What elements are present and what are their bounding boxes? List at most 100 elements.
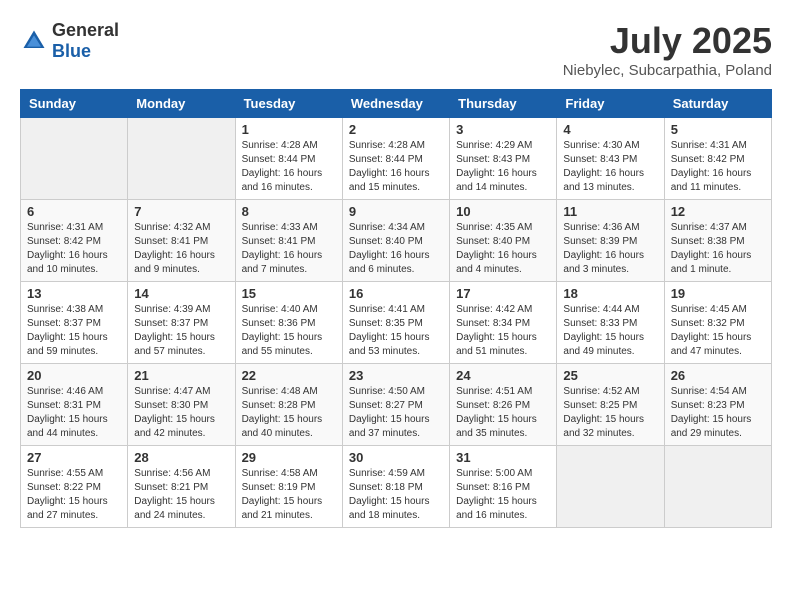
day-number: 13 xyxy=(27,286,121,301)
day-info: Sunrise: 4:54 AM Sunset: 8:23 PM Dayligh… xyxy=(671,385,765,441)
day-info: Sunrise: 4:48 AM Sunset: 8:28 PM Dayligh… xyxy=(242,385,336,441)
day-info: Sunrise: 4:50 AM Sunset: 8:27 PM Dayligh… xyxy=(349,385,443,441)
calendar-cell: 1Sunrise: 4:28 AM Sunset: 8:44 PM Daylig… xyxy=(235,118,342,200)
page-header: General Blue July 2025 Niebylec, Subcarp… xyxy=(20,20,772,79)
day-number: 30 xyxy=(349,450,443,465)
calendar-cell: 24Sunrise: 4:51 AM Sunset: 8:26 PM Dayli… xyxy=(450,364,557,446)
calendar-header-row: SundayMondayTuesdayWednesdayThursdayFrid… xyxy=(21,90,772,118)
calendar-cell: 13 Sunrise: 4:38 AM Sunset: 8:37 PM Dayli… xyxy=(21,282,128,364)
calendar-week-row: 1 Sunrise: 4:28 AM Sunset: 8:44 PM Daylig… xyxy=(21,118,772,200)
day-info: Sunrise: 4:40 AM Sunset: 8:36 PM Dayligh… xyxy=(242,303,336,359)
calendar-week-row: 27Sunrise: 4:55 AM Sunset: 8:22 PM Dayli… xyxy=(21,446,772,528)
day-number: 16 xyxy=(349,286,443,301)
day-info: Sunrise: 4:47 AM Sunset: 8:30 PM Dayligh… xyxy=(134,385,228,441)
day-number: 9 xyxy=(349,204,443,219)
day-info: Sunrise: 4:32 AM Sunset: 8:41 PM Dayligh… xyxy=(134,221,228,277)
logo-icon xyxy=(20,27,48,55)
day-info: Sunrise: 4:37 AM Sunset: 8:38 PM Dayligh… xyxy=(671,221,765,277)
col-header-thursday: Thursday xyxy=(450,90,557,118)
calendar-week-row: 6 Sunrise: 4:31 AM Sunset: 8:42 PM Daylig… xyxy=(21,200,772,282)
calendar-cell xyxy=(557,446,664,528)
calendar-cell: 2 Sunrise: 4:28 AM Sunset: 8:44 PM Daylig… xyxy=(342,118,449,200)
day-number: 28 xyxy=(134,450,228,465)
calendar-cell: 3 Sunrise: 4:29 AM Sunset: 8:43 PM Daylig… xyxy=(450,118,557,200)
calendar-cell: 5Sunrise: 4:31 AM Sunset: 8:42 PM Daylig… xyxy=(664,118,771,200)
day-number: 31 xyxy=(456,450,550,465)
day-info: Sunrise: 4:58 AM Sunset: 8:19 PM Dayligh… xyxy=(242,467,336,523)
logo-general: General xyxy=(52,20,119,40)
day-number: 26 xyxy=(671,368,765,383)
day-number: 8 xyxy=(242,204,336,219)
day-number: 22 xyxy=(242,368,336,383)
calendar-cell xyxy=(664,446,771,528)
day-info: Sunrise: 4:52 AM Sunset: 8:25 PM Dayligh… xyxy=(563,385,657,441)
calendar-cell xyxy=(21,118,128,200)
calendar-week-row: 20 Sunrise: 4:46 AM Sunset: 8:31 PM Dayli… xyxy=(21,364,772,446)
calendar-cell: 20 Sunrise: 4:46 AM Sunset: 8:31 PM Dayli… xyxy=(21,364,128,446)
day-number: 27 xyxy=(27,450,121,465)
month-year-title: July 2025 xyxy=(563,20,772,62)
calendar-cell: 26 Sunrise: 4:54 AM Sunset: 8:23 PM Dayli… xyxy=(664,364,771,446)
calendar-cell: 25 Sunrise: 4:52 AM Sunset: 8:25 PM Dayli… xyxy=(557,364,664,446)
day-number: 25 xyxy=(563,368,657,383)
day-info: Sunrise: 4:59 AM Sunset: 8:18 PM Dayligh… xyxy=(349,467,443,523)
calendar-cell: 28Sunrise: 4:56 AM Sunset: 8:21 PM Dayli… xyxy=(128,446,235,528)
day-number: 24 xyxy=(456,368,550,383)
calendar-cell: 8 Sunrise: 4:33 AM Sunset: 8:41 PM Daylig… xyxy=(235,200,342,282)
day-number: 2 xyxy=(349,122,443,137)
day-number: 29 xyxy=(242,450,336,465)
col-header-friday: Friday xyxy=(557,90,664,118)
calendar-cell: 17 Sunrise: 4:42 AM Sunset: 8:34 PM Dayli… xyxy=(450,282,557,364)
day-number: 23 xyxy=(349,368,443,383)
calendar-cell: 23 Sunrise: 4:50 AM Sunset: 8:27 PM Dayli… xyxy=(342,364,449,446)
day-info: Sunrise: 4:29 AM Sunset: 8:43 PM Dayligh… xyxy=(456,139,550,195)
day-info: Sunrise: 4:39 AM Sunset: 8:37 PM Dayligh… xyxy=(134,303,228,359)
calendar-cell: 10 Sunrise: 4:35 AM Sunset: 8:40 PM Dayli… xyxy=(450,200,557,282)
logo: General Blue xyxy=(20,20,119,62)
day-info: Sunrise: 4:42 AM Sunset: 8:34 PM Dayligh… xyxy=(456,303,550,359)
col-header-monday: Monday xyxy=(128,90,235,118)
day-number: 3 xyxy=(456,122,550,137)
calendar-cell: 30 Sunrise: 4:59 AM Sunset: 8:18 PM Dayli… xyxy=(342,446,449,528)
col-header-tuesday: Tuesday xyxy=(235,90,342,118)
day-number: 17 xyxy=(456,286,550,301)
day-info: Sunrise: 4:31 AM Sunset: 8:42 PM Dayligh… xyxy=(27,221,121,277)
calendar-cell: 12Sunrise: 4:37 AM Sunset: 8:38 PM Dayli… xyxy=(664,200,771,282)
day-info: Sunrise: 4:41 AM Sunset: 8:35 PM Dayligh… xyxy=(349,303,443,359)
calendar-cell: 16 Sunrise: 4:41 AM Sunset: 8:35 PM Dayli… xyxy=(342,282,449,364)
day-number: 18 xyxy=(563,286,657,301)
day-number: 1 xyxy=(242,122,336,137)
col-header-wednesday: Wednesday xyxy=(342,90,449,118)
col-header-sunday: Sunday xyxy=(21,90,128,118)
calendar-cell: 15 Sunrise: 4:40 AM Sunset: 8:36 PM Dayli… xyxy=(235,282,342,364)
calendar-cell: 19 Sunrise: 4:45 AM Sunset: 8:32 PM Dayli… xyxy=(664,282,771,364)
day-info: Sunrise: 4:46 AM Sunset: 8:31 PM Dayligh… xyxy=(27,385,121,441)
day-info: Sunrise: 4:28 AM Sunset: 8:44 PM Dayligh… xyxy=(349,139,443,195)
day-info: Sunrise: 4:36 AM Sunset: 8:39 PM Dayligh… xyxy=(563,221,657,277)
day-number: 10 xyxy=(456,204,550,219)
location-subtitle: Niebylec, Subcarpathia, Poland xyxy=(563,62,772,79)
calendar-cell: 31Sunrise: 5:00 AM Sunset: 8:16 PM Dayli… xyxy=(450,446,557,528)
day-number: 14 xyxy=(134,286,228,301)
day-number: 21 xyxy=(134,368,228,383)
day-number: 19 xyxy=(671,286,765,301)
day-number: 20 xyxy=(27,368,121,383)
calendar-cell: 14 Sunrise: 4:39 AM Sunset: 8:37 PM Dayli… xyxy=(128,282,235,364)
col-header-saturday: Saturday xyxy=(664,90,771,118)
calendar-week-row: 13 Sunrise: 4:38 AM Sunset: 8:37 PM Dayli… xyxy=(21,282,772,364)
day-info: Sunrise: 4:34 AM Sunset: 8:40 PM Dayligh… xyxy=(349,221,443,277)
logo-text: General Blue xyxy=(52,20,119,62)
day-info: Sunrise: 4:35 AM Sunset: 8:40 PM Dayligh… xyxy=(456,221,550,277)
calendar-cell: 9 Sunrise: 4:34 AM Sunset: 8:40 PM Daylig… xyxy=(342,200,449,282)
calendar-cell: 7Sunrise: 4:32 AM Sunset: 8:41 PM Daylig… xyxy=(128,200,235,282)
day-number: 15 xyxy=(242,286,336,301)
calendar-cell: 18 Sunrise: 4:44 AM Sunset: 8:33 PM Dayli… xyxy=(557,282,664,364)
day-number: 6 xyxy=(27,204,121,219)
calendar-cell: 11Sunrise: 4:36 AM Sunset: 8:39 PM Dayli… xyxy=(557,200,664,282)
day-info: Sunrise: 4:45 AM Sunset: 8:32 PM Dayligh… xyxy=(671,303,765,359)
day-info: Sunrise: 4:33 AM Sunset: 8:41 PM Dayligh… xyxy=(242,221,336,277)
day-info: Sunrise: 4:38 AM Sunset: 8:37 PM Dayligh… xyxy=(27,303,121,359)
day-info: Sunrise: 4:44 AM Sunset: 8:33 PM Dayligh… xyxy=(563,303,657,359)
calendar-cell: 22 Sunrise: 4:48 AM Sunset: 8:28 PM Dayli… xyxy=(235,364,342,446)
calendar-cell: 27Sunrise: 4:55 AM Sunset: 8:22 PM Dayli… xyxy=(21,446,128,528)
